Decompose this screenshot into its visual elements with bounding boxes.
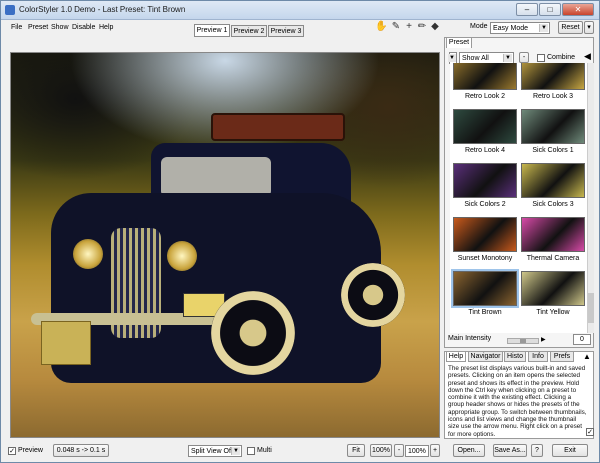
tab-preview-2[interactable]: Preview 2	[231, 25, 267, 37]
tab-preview-3[interactable]: Preview 3	[268, 25, 304, 37]
combine-checkbox[interactable]	[537, 54, 545, 62]
car-windshield-shape	[161, 157, 271, 197]
preset-thumbnail-label: Sick Colors 1	[532, 147, 574, 154]
chevron-down-icon: ▾	[587, 24, 591, 31]
preview-label: Preview	[18, 447, 43, 454]
reset-button[interactable]: Reset	[558, 21, 583, 34]
reset-menu-button[interactable]: ▾	[584, 21, 594, 34]
preset-thumbnail-label: Sunset Monotony	[457, 255, 513, 262]
help-checkbox[interactable]: ✓	[586, 428, 594, 436]
mode-select[interactable]: Easy Mode ▼	[490, 22, 550, 34]
preset-thumbnail[interactable]	[521, 217, 585, 252]
tab-preset[interactable]: Preset	[446, 37, 472, 48]
car-wheel-front	[211, 291, 295, 375]
exit-button[interactable]: Exit	[552, 444, 588, 457]
maximize-button[interactable]: □	[539, 3, 561, 16]
zoom-select[interactable]: 100%	[405, 445, 429, 457]
preset-thumbnail[interactable]	[521, 271, 585, 306]
chevron-down-icon: ▼	[503, 54, 512, 62]
split-view-select[interactable]: Split View Off ▼	[188, 445, 242, 457]
tab-navigator[interactable]: Navigator	[468, 351, 503, 362]
slider-handle[interactable]	[520, 339, 526, 343]
preset-thumbnail[interactable]	[453, 63, 517, 90]
preset-filter-value: Show All	[462, 55, 489, 62]
luggage-shape	[211, 113, 345, 141]
zoom-100-button[interactable]: 100%	[370, 444, 392, 457]
hand-tool-icon[interactable]: ✋	[375, 21, 387, 33]
preset-thumbnail-label: Thermal Camera	[526, 255, 580, 262]
tab-info[interactable]: Info	[528, 351, 548, 362]
combine-label: Combine	[547, 54, 576, 61]
intensity-slider[interactable]	[507, 338, 539, 344]
preset-thumbnail-grid: Retro Look 2 Retro Look 3 Retro Look 4 Sick…	[450, 63, 589, 333]
split-view-value: Split View Off	[191, 448, 233, 455]
save-as-button[interactable]: Save As...	[493, 444, 527, 457]
pencil-tool-icon[interactable]: ✏	[416, 21, 428, 33]
car-wheel-rear	[341, 263, 405, 327]
tab-preview-1[interactable]: Preview 1	[194, 24, 230, 37]
title-bar: ColorStyler 1.0 Demo - Last Preset: Tint…	[1, 1, 599, 20]
open-button[interactable]: Open...	[453, 444, 485, 457]
zoom-out-button[interactable]: -	[394, 444, 404, 457]
chevron-down-icon: ▼	[539, 24, 548, 32]
tab-prefs[interactable]: Prefs	[550, 351, 574, 362]
preset-thumbnail[interactable]	[521, 109, 585, 144]
preset-thumbnail[interactable]	[521, 63, 585, 90]
menu-help[interactable]: Help	[99, 24, 113, 31]
preset-scrollbar[interactable]	[587, 63, 594, 333]
help-text: The preset list displays various built-i…	[448, 365, 587, 438]
car-headlight-left	[73, 239, 103, 269]
arrow-up-icon[interactable]: ▲	[583, 352, 591, 361]
preset-thumbnail[interactable]	[451, 269, 519, 308]
tab-histo[interactable]: Histo	[504, 351, 526, 362]
preset-thumbnail-label: Retro Look 3	[532, 93, 574, 100]
intensity-input[interactable]: 0	[573, 334, 591, 345]
preset-thumbnail-label: Retro Look 4	[464, 147, 506, 154]
arrow-left-icon[interactable]: ◀	[584, 51, 591, 62]
remove-preset-button[interactable]: -	[519, 52, 529, 63]
close-button[interactable]: ✕	[562, 3, 594, 16]
window-title: ColorStyler 1.0 Demo - Last Preset: Tint…	[19, 5, 186, 14]
preset-thumbnail-label: Tint Brown	[468, 309, 502, 316]
multi-checkbox[interactable]	[247, 447, 255, 455]
preset-thumbnail-label: Retro Look 2	[464, 93, 506, 100]
multi-label: Multi	[257, 447, 272, 454]
mode-label: Mode	[470, 23, 488, 30]
menu-file[interactable]: File	[11, 24, 22, 31]
preset-thumbnail-label: Tint Yellow	[536, 309, 570, 316]
preset-thumbnail[interactable]	[453, 163, 517, 198]
preset-thumbnail[interactable]	[453, 217, 517, 252]
mode-value: Easy Mode	[493, 25, 529, 32]
preview-image[interactable]	[10, 52, 440, 438]
chevron-down-icon: ▼	[231, 447, 240, 455]
crosshair-tool-icon[interactable]: +	[403, 21, 415, 33]
scrollbar-thumb[interactable]	[588, 293, 594, 323]
minimize-button[interactable]: –	[516, 3, 538, 16]
car-sign-shape	[41, 321, 91, 365]
chevron-down-icon: ▼	[448, 54, 456, 62]
app-logo-icon	[5, 5, 15, 15]
preset-thumbnail-label: Sick Colors 3	[532, 201, 574, 208]
menu-preset[interactable]: Preset	[28, 24, 48, 31]
zoom-in-button[interactable]: +	[430, 444, 440, 457]
timing-display: 0.048 s -> 0.1 s	[53, 444, 109, 457]
preset-thumbnail-label: Sick Colors 2	[464, 201, 506, 208]
diamond-tool-icon[interactable]: ◆	[429, 21, 441, 33]
tab-help[interactable]: Help	[446, 351, 466, 362]
fit-button[interactable]: Fit	[347, 444, 365, 457]
preview-checkbox[interactable]: ✓	[8, 447, 16, 455]
preset-thumbnail[interactable]	[453, 109, 517, 144]
slider-right-arrow-icon[interactable]: ▶	[541, 336, 546, 343]
menu-show[interactable]: Show	[51, 24, 69, 31]
eyedropper-tool-icon[interactable]: ✎	[390, 21, 402, 33]
car-headlight-right	[167, 241, 197, 271]
intensity-label: Main Intensity	[448, 335, 492, 342]
help-button[interactable]: ?	[531, 444, 543, 457]
menu-disable[interactable]: Disable	[72, 24, 95, 31]
status-bar: ✓ Preview 0.048 s -> 0.1 s Split View Of…	[1, 441, 599, 463]
app-window: ColorStyler 1.0 Demo - Last Preset: Tint…	[0, 0, 600, 463]
zoom-value: 100%	[408, 448, 426, 455]
preset-thumbnail[interactable]	[521, 163, 585, 198]
